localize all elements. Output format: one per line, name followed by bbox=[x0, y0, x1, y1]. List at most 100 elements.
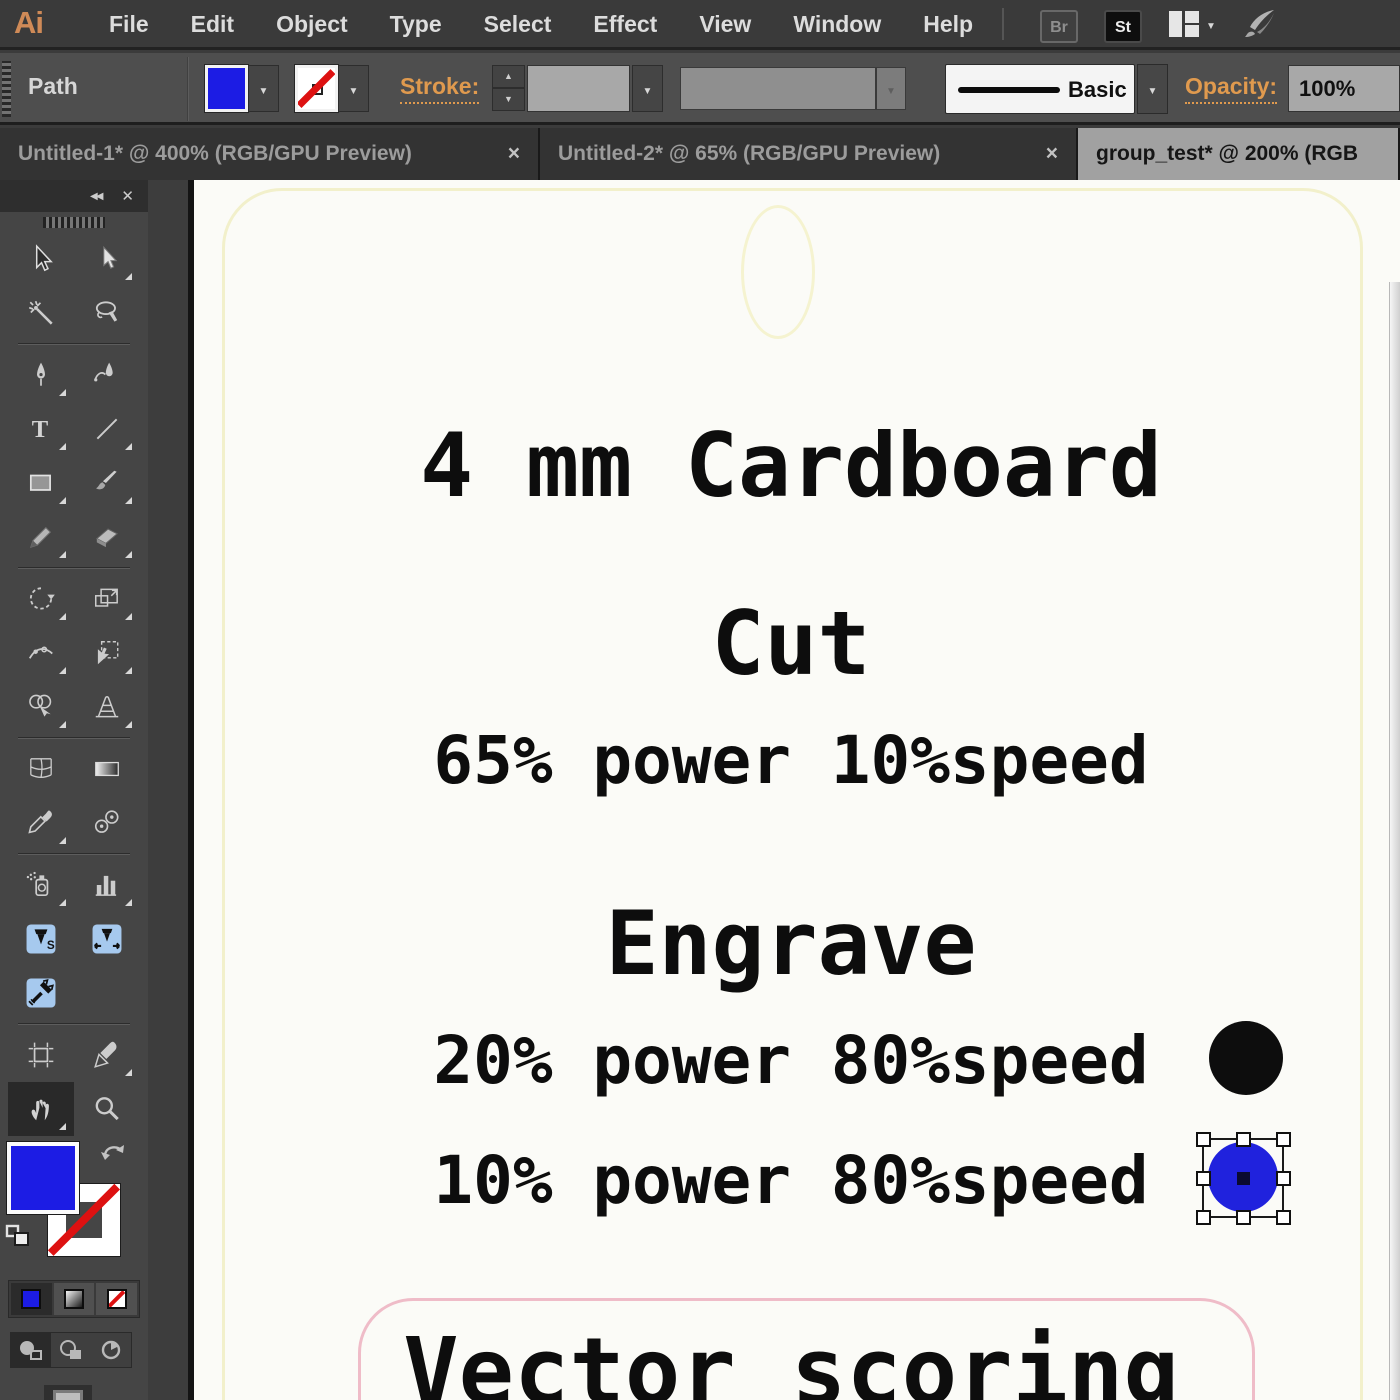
selection-center-anchor[interactable] bbox=[1237, 1172, 1250, 1185]
blend-tool[interactable] bbox=[74, 796, 140, 850]
stroke-weight-field[interactable] bbox=[527, 65, 630, 112]
curvature-tool[interactable] bbox=[74, 348, 140, 402]
column-graph-tool[interactable] bbox=[74, 858, 140, 912]
menu-help[interactable]: Help bbox=[902, 0, 994, 50]
black-circle-shape[interactable] bbox=[1209, 1021, 1283, 1095]
close-panel-icon[interactable]: ✕ bbox=[121, 187, 134, 205]
laser-settings-tool[interactable] bbox=[8, 966, 74, 1020]
selection-handle-se[interactable] bbox=[1276, 1210, 1291, 1225]
bridge-button[interactable]: Br bbox=[1040, 10, 1078, 43]
symbol-sprayer-tool[interactable] bbox=[8, 858, 74, 912]
slice-tool[interactable] bbox=[74, 1028, 140, 1082]
selection-handle-sw[interactable] bbox=[1196, 1210, 1211, 1225]
opacity-label[interactable]: Opacity: bbox=[1185, 73, 1278, 104]
draw-inside-button[interactable] bbox=[91, 1333, 131, 1367]
brush-definition-dropdown[interactable]: ▼ bbox=[1137, 64, 1168, 114]
brush-definition-field[interactable]: Basic bbox=[945, 64, 1135, 114]
fill-color-dropdown[interactable]: ▼ bbox=[248, 65, 279, 112]
menu-type[interactable]: Type bbox=[369, 0, 463, 50]
perspective-grid-tool[interactable] bbox=[74, 680, 140, 734]
text-vector-scoring-heading[interactable]: Vector scoring bbox=[403, 1318, 1178, 1400]
app-logo[interactable]: Ai bbox=[14, 5, 44, 41]
color-mode-none-button[interactable] bbox=[96, 1283, 138, 1315]
stroke-weight-dropdown[interactable]: ▼ bbox=[632, 65, 663, 112]
stock-button[interactable]: St bbox=[1104, 10, 1142, 43]
text-cut-heading[interactable]: Cut bbox=[712, 592, 871, 695]
stroke-color-swatch[interactable] bbox=[295, 65, 338, 112]
shape-builder-tool[interactable] bbox=[8, 680, 74, 734]
scale-tool[interactable] bbox=[74, 572, 140, 626]
draw-normal-button[interactable] bbox=[11, 1333, 51, 1367]
selection-handle-e[interactable] bbox=[1276, 1171, 1291, 1186]
variable-width-profile-dropdown[interactable]: ▼ bbox=[876, 67, 906, 110]
hand-tool[interactable] bbox=[8, 1082, 74, 1136]
selection-handle-nw[interactable] bbox=[1196, 1132, 1211, 1147]
panel-grip[interactable] bbox=[2, 61, 11, 117]
text-engrave-heading[interactable]: Engrave bbox=[606, 892, 977, 995]
menu-effect[interactable]: Effect bbox=[572, 0, 678, 50]
text-engrave-settings-2[interactable]: 10% power 80%speed bbox=[433, 1142, 1148, 1219]
menu-object[interactable]: Object bbox=[255, 0, 369, 50]
width-tool[interactable] bbox=[8, 626, 74, 680]
laser-type-s-tool[interactable]: S bbox=[8, 912, 74, 966]
tab-untitled-2[interactable]: Untitled-2* @ 65% (RGB/GPU Preview) × bbox=[540, 128, 1078, 180]
swap-fill-stroke-icon[interactable] bbox=[98, 1140, 128, 1171]
stroke-label[interactable]: Stroke: bbox=[400, 73, 480, 104]
artboard-tool[interactable] bbox=[8, 1028, 74, 1082]
tab-close-icon[interactable]: × bbox=[508, 142, 520, 166]
eraser-tool[interactable] bbox=[74, 510, 140, 564]
menu-select[interactable]: Select bbox=[463, 0, 573, 50]
yellow-outline-ellipse[interactable] bbox=[741, 205, 815, 339]
menu-file[interactable]: File bbox=[88, 0, 170, 50]
text-cut-settings[interactable]: 65% power 10%speed bbox=[433, 722, 1148, 799]
gradient-tool[interactable] bbox=[74, 742, 140, 796]
color-mode-fill-button[interactable] bbox=[11, 1283, 52, 1315]
default-fill-stroke-icon[interactable] bbox=[5, 1224, 31, 1253]
selection-handle-n[interactable] bbox=[1236, 1132, 1251, 1147]
draw-behind-button[interactable] bbox=[51, 1333, 91, 1367]
line-segment-tool[interactable] bbox=[74, 402, 140, 456]
pen-tool[interactable] bbox=[8, 348, 74, 402]
selection-handle-ne[interactable] bbox=[1276, 1132, 1291, 1147]
eyedropper-tool[interactable] bbox=[8, 796, 74, 850]
screen-mode-button[interactable] bbox=[44, 1385, 92, 1400]
paintbrush-tool[interactable] bbox=[74, 456, 140, 510]
direct-selection-tool[interactable] bbox=[74, 232, 140, 286]
selection-bounding-box[interactable] bbox=[1196, 1132, 1291, 1225]
free-transform-tool[interactable] bbox=[74, 626, 140, 680]
tab-group-test[interactable]: group_test* @ 200% (RGB bbox=[1078, 128, 1400, 180]
tab-untitled-1[interactable]: Untitled-1* @ 400% (RGB/GPU Preview) × bbox=[0, 128, 540, 180]
menu-view[interactable]: View bbox=[678, 0, 772, 50]
lasso-tool[interactable] bbox=[74, 286, 140, 340]
text-engrave-settings-1[interactable]: 20% power 80%speed bbox=[433, 1022, 1148, 1099]
fill-color-swatch[interactable] bbox=[205, 65, 248, 112]
laser-move-tool[interactable] bbox=[74, 912, 140, 966]
color-mode-gradient-button[interactable] bbox=[53, 1283, 95, 1315]
mesh-tool[interactable] bbox=[8, 742, 74, 796]
artboard-canvas[interactable]: 4 mm Cardboard Cut 65% power 10%speed En… bbox=[194, 180, 1400, 1400]
pencil-tool[interactable] bbox=[8, 510, 74, 564]
stepper-up-button[interactable]: ▲ bbox=[492, 65, 525, 88]
workspace-switcher[interactable]: ▼ bbox=[1168, 10, 1216, 43]
selection-handle-w[interactable] bbox=[1196, 1171, 1211, 1186]
type-tool[interactable]: T bbox=[8, 402, 74, 456]
rectangle-tool[interactable] bbox=[8, 456, 74, 510]
magic-wand-tool[interactable] bbox=[8, 286, 74, 340]
variable-width-profile-field[interactable] bbox=[680, 67, 876, 110]
stepper-down-button[interactable]: ▼ bbox=[492, 88, 525, 111]
selection-tool[interactable] bbox=[8, 232, 74, 286]
fill-swatch[interactable] bbox=[7, 1142, 79, 1214]
text-material[interactable]: 4 mm Cardboard bbox=[420, 414, 1162, 517]
stroke-color-dropdown[interactable]: ▼ bbox=[338, 65, 369, 112]
selection-handle-s[interactable] bbox=[1236, 1210, 1251, 1225]
menu-edit[interactable]: Edit bbox=[170, 0, 255, 50]
tools-panel-grip[interactable] bbox=[0, 212, 148, 232]
vertical-scrollbar[interactable] bbox=[1389, 282, 1400, 1400]
rotate-tool[interactable] bbox=[8, 572, 74, 626]
zoom-tool[interactable] bbox=[74, 1082, 140, 1136]
opacity-field[interactable]: 100% bbox=[1288, 65, 1400, 112]
menu-window[interactable]: Window bbox=[772, 0, 902, 50]
gpu-performance-rocket-icon[interactable] bbox=[1242, 8, 1278, 45]
tab-close-icon[interactable]: × bbox=[1046, 142, 1058, 166]
collapse-panel-icon[interactable]: ◀◀ bbox=[90, 191, 103, 202]
